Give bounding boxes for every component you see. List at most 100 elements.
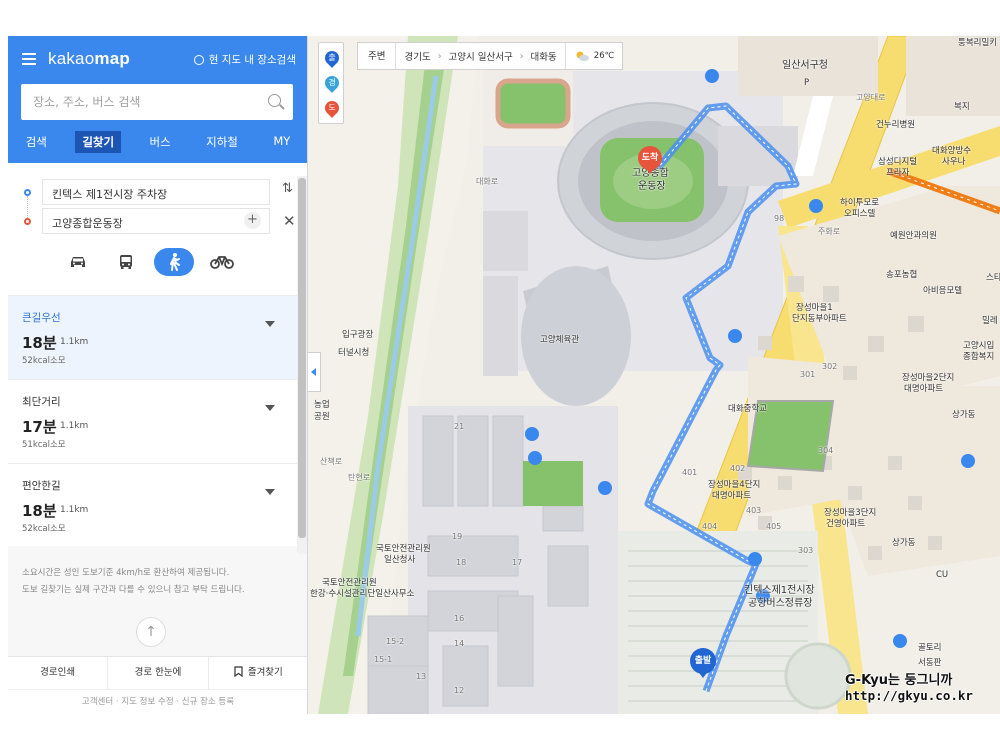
search-input[interactable] <box>21 84 251 120</box>
scroll-top-button[interactable]: ↑ <box>136 617 166 647</box>
footer-link-support[interactable]: 고객센터 <box>82 697 113 707</box>
place-label[interactable]: 서동판 <box>918 656 941 668</box>
place-label[interactable]: 예원안과의원 <box>890 229 937 241</box>
chevron-down-icon[interactable] <box>265 489 275 495</box>
place-label[interactable]: 건영아파트 <box>826 517 865 529</box>
place-label[interactable]: 송포농협 <box>886 268 917 280</box>
building-number: 402 <box>730 464 746 473</box>
route-overview-button[interactable]: 경로 한눈에 <box>108 657 209 689</box>
place-label[interactable]: CU <box>936 570 948 580</box>
tab-bus[interactable]: 버스 <box>143 131 178 153</box>
building-number: 404 <box>702 522 718 531</box>
breadcrumb-province[interactable]: 경기도 <box>404 49 430 63</box>
place-label[interactable]: 대화중학교 <box>728 402 767 414</box>
mode-car-button[interactable] <box>58 248 98 276</box>
car-icon <box>71 257 85 267</box>
tab-subway[interactable]: 지하철 <box>199 131 245 153</box>
place-label[interactable]: 밀레 <box>982 314 998 326</box>
route-option-main-road[interactable]: 큰길우선 18분 1.1km 52kcal소모 <box>8 295 307 379</box>
place-label[interactable]: 복지 <box>954 100 970 112</box>
place-label[interactable]: 한강·수시설관리단일산사무소 <box>310 587 414 599</box>
print-route-button[interactable]: 경로인쇄 <box>8 657 109 689</box>
breadcrumb-district[interactable]: 대화동 <box>531 49 557 63</box>
origin-pin-icon[interactable]: 출 <box>322 48 342 68</box>
place-label[interactable]: 고양체육관 <box>540 333 579 345</box>
place-label[interactable]: 대명아파트 <box>904 382 943 394</box>
place-label[interactable]: 퉁복리밀키 <box>958 36 997 48</box>
panel-header: kakaomap 현 지도 내 장소검색 검색 길찾기 버스 지하철 MY <box>8 36 307 163</box>
route-calories: 51kcal소모 <box>22 440 66 450</box>
mode-walk-button[interactable] <box>154 248 194 276</box>
route-name: 편안한길 <box>22 480 61 492</box>
chevron-down-icon[interactable] <box>265 405 275 411</box>
place-label[interactable]: 종합복지 <box>963 350 994 362</box>
add-waypoint-button[interactable]: + <box>244 212 261 229</box>
building-number: 15-2 <box>386 637 405 646</box>
building-number: 19 <box>452 532 463 541</box>
place-label[interactable]: 대명아파트 <box>712 489 751 501</box>
building-number: 403 <box>746 506 762 515</box>
partly-cloudy-icon <box>576 51 589 62</box>
tab-directions[interactable]: 길찾기 <box>75 131 122 153</box>
place-label[interactable]: 입구광장 <box>342 328 373 340</box>
destination-pin-icon[interactable]: 도 <box>322 98 342 118</box>
place-label[interactable]: 프라자 <box>886 166 909 178</box>
breadcrumb-city[interactable]: 고양시 일산서구 <box>449 49 513 63</box>
weather-widget[interactable]: 26℃ <box>564 43 622 69</box>
footer-link-edit-map[interactable]: 지도 정보 수정 <box>121 697 173 707</box>
menu-icon[interactable] <box>22 53 36 65</box>
place-label[interactable]: 오피스텔 <box>844 207 875 219</box>
route-distance: 1.1km <box>60 421 89 431</box>
origin-input[interactable]: 킨텍스 제1전시장 주차장 <box>42 179 270 205</box>
mode-transit-button[interactable] <box>106 248 146 276</box>
building-number: 302 <box>822 362 838 371</box>
road-label: 고양대로 <box>856 93 886 102</box>
building-number: 14 <box>454 639 465 648</box>
panel-footer: 고객센터 · 지도 정보 수정 · 신규 장소 등록 <box>8 689 307 714</box>
place-label[interactable]: 건누리병원 <box>876 118 915 130</box>
map-canvas[interactable]: 일산서구청 P 고양체육관 고양종합 운동장 킨텍스제1전시장 공항버스정류장 … <box>308 36 1000 714</box>
route-name: 큰길우선 <box>22 312 61 324</box>
destination-input[interactable]: 고양종합운동장 <box>42 208 270 234</box>
mode-bike-button[interactable] <box>202 248 242 276</box>
place-label[interactable]: 스타 <box>986 271 1000 283</box>
note-text: 소요시간은 성인 도보기준 4km/h로 환산하여 제공됩니다. <box>22 568 230 578</box>
waypoint-pin-icon[interactable]: 경 <box>322 73 342 93</box>
place-label[interactable]: 공항버스정류장 <box>748 594 812 609</box>
nearby-button[interactable]: 주변 <box>358 43 397 69</box>
route-calories: 52kcal소모 <box>22 524 66 534</box>
search-in-map-toggle[interactable]: 현 지도 내 장소검색 <box>193 52 296 67</box>
road-label: 주화로 <box>818 227 841 236</box>
place-label[interactable]: 아비응모텔 <box>923 284 962 296</box>
close-icon[interactable]: ✕ <box>283 212 296 230</box>
radio-icon[interactable] <box>193 54 204 65</box>
route-option-comfortable[interactable]: 편안한길 18분 1.1km 52kcal소모 <box>8 463 307 547</box>
place-label: 공원 <box>314 412 330 422</box>
tab-search[interactable]: 검색 <box>19 131 54 153</box>
swap-icon[interactable]: ⇅ <box>282 181 293 196</box>
chevron-down-icon[interactable] <box>265 321 275 327</box>
place-label[interactable]: 일산청사 <box>384 553 415 565</box>
favorite-button[interactable]: 즐겨찾기 <box>209 657 307 689</box>
place-label[interactable]: 상가동 <box>952 408 975 420</box>
building-number: 301 <box>800 370 816 379</box>
place-label[interactable]: 단지동부아파트 <box>792 312 847 324</box>
place-label[interactable]: 터널시청 <box>338 346 369 358</box>
footer-link-add-place[interactable]: 신규 장소 등록 <box>182 697 234 707</box>
place-label[interactable]: 일산서구청 <box>782 56 828 71</box>
route-option-shortest[interactable]: 최단거리 17분 1.1km 51kcal소모 <box>8 379 307 463</box>
panel-collapse-button[interactable] <box>308 352 321 392</box>
place-label[interactable]: 골토리 <box>918 641 941 653</box>
tab-my[interactable]: MY <box>266 131 297 153</box>
walk-icon <box>170 253 180 271</box>
main-tabs: 검색 길찾기 버스 지하철 MY <box>8 131 307 153</box>
search-icon[interactable] <box>268 94 281 107</box>
building-number: 401 <box>682 468 698 477</box>
building-number: 304 <box>818 446 834 455</box>
kakaomap-logo[interactable]: kakaomap <box>48 49 130 69</box>
route-name: 최단거리 <box>22 396 61 408</box>
place-label[interactable]: 사우나 <box>942 155 965 167</box>
place-label[interactable]: 운동장 <box>638 177 666 192</box>
place-label[interactable]: 상가동 <box>892 536 915 548</box>
scrollbar-thumb[interactable] <box>298 178 306 538</box>
